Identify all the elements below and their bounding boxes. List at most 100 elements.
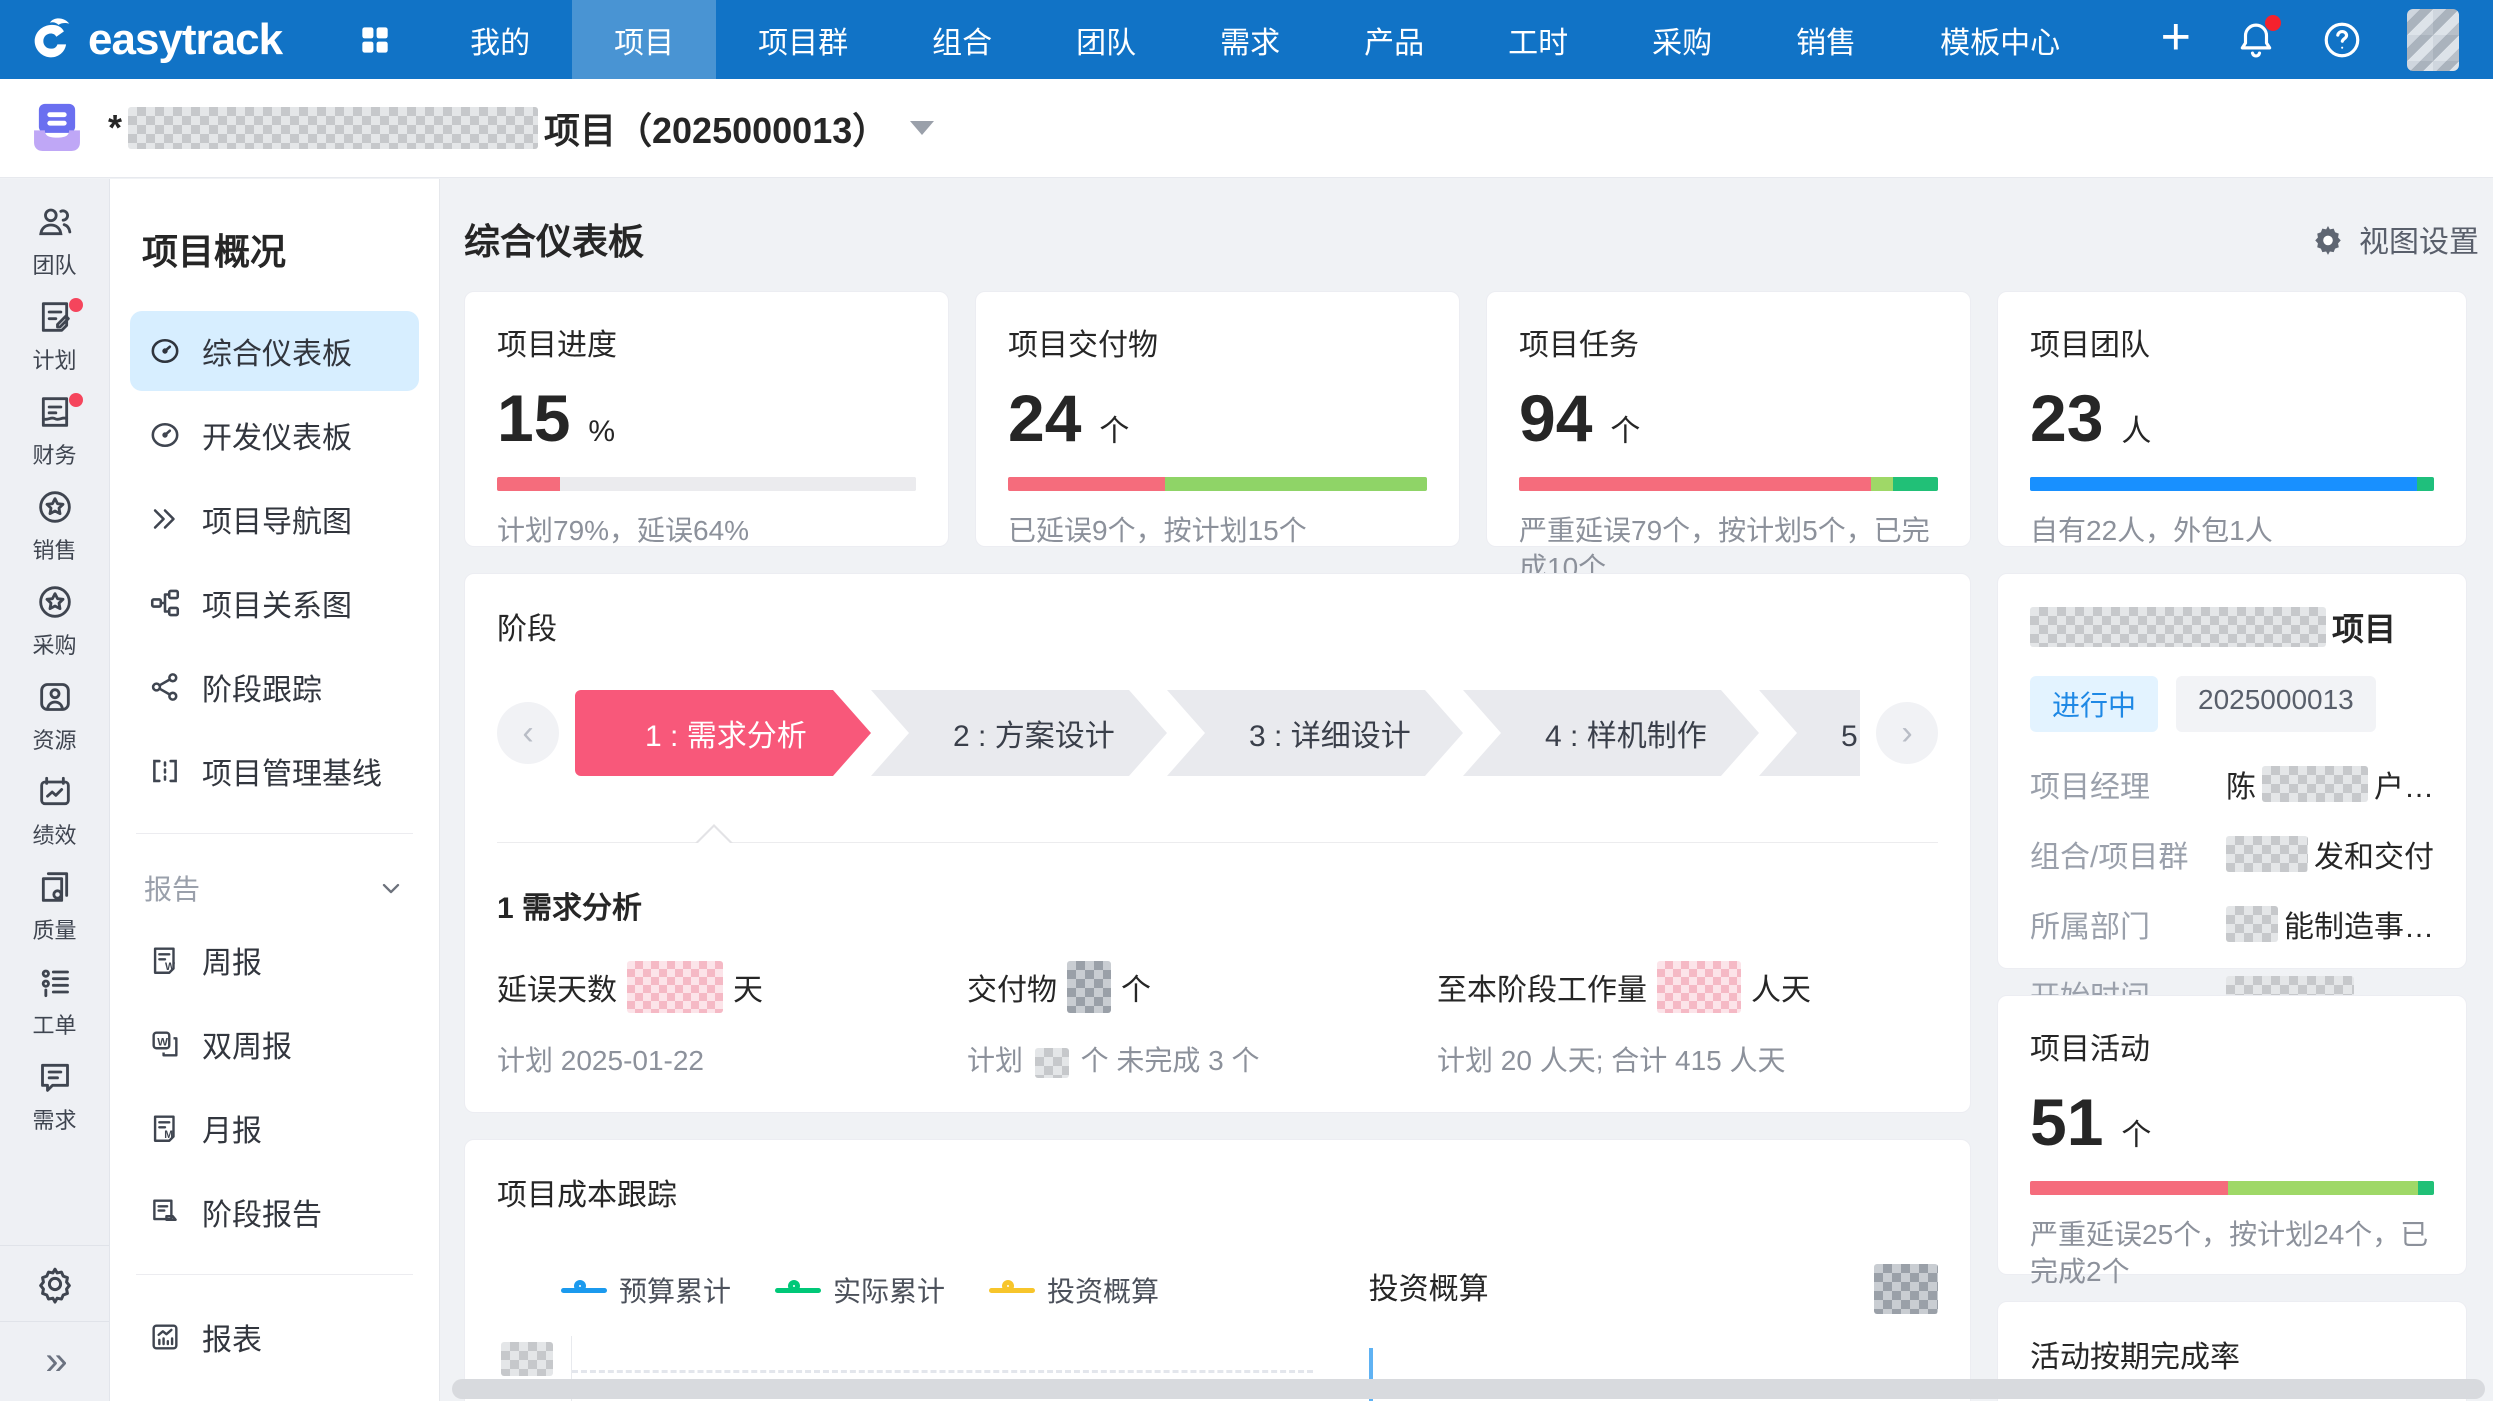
nav-item-project[interactable]: 项目	[572, 0, 716, 79]
nav-item-my[interactable]: 我的	[428, 0, 572, 79]
project-info-card: 项目 进行中 2025000013 项目经理 陈 户…	[1997, 573, 2467, 969]
rail-item-sales[interactable]: 销售	[0, 478, 109, 573]
stat-value: 15	[497, 384, 570, 453]
svg-text:W: W	[165, 961, 175, 973]
sidebar-item-navigation-map[interactable]: 项目导航图	[130, 479, 419, 559]
project-switch-caret-icon[interactable]	[910, 121, 934, 135]
sidebar-divider	[136, 833, 413, 834]
stage-3[interactable]: 3 : 详细设计	[1167, 690, 1463, 776]
sidebar-item-stage-tracking[interactable]: 阶段跟踪	[130, 647, 419, 727]
stage-card-title: 阶段	[497, 604, 1938, 648]
nav-item-sales[interactable]: 销售	[1754, 0, 1898, 79]
chevron-down-icon	[377, 874, 405, 902]
nav-item-requirement[interactable]: 需求	[1178, 0, 1322, 79]
sidebar-item-relation-map[interactable]: 项目关系图	[130, 563, 419, 643]
sidebar-item-biweekly-report[interactable]: W 双周报	[130, 1004, 419, 1084]
stage-1[interactable]: 1 : 需求分析	[575, 690, 871, 776]
sidebar-item-dashboard[interactable]: 综合仪表板	[130, 311, 419, 391]
progress-bar	[1008, 477, 1427, 491]
nav-item-product[interactable]: 产品	[1322, 0, 1466, 79]
stat-caption: 严重延误25个，按计划24个，已完成2个	[2030, 1217, 2434, 1290]
sidebar-item-weekly-report[interactable]: W 周报	[130, 920, 419, 1000]
investment-estimate-panel: 投资概算 总成本预算 3,700,000元	[1323, 1214, 1938, 1401]
stage-5[interactable]: 5 : 安装调	[1759, 690, 1860, 776]
project-title[interactable]: * 项目（2025000013）	[108, 102, 934, 154]
sidebar-section-reports[interactable]: 报告	[130, 856, 419, 920]
project-sidebar: 项目概况 综合仪表板 开发仪表板 项目导航图 项目关系图	[110, 179, 440, 1401]
create-new-button[interactable]: +	[2161, 11, 2191, 63]
sidebar-item-stage-report[interactable]: 阶段报告	[130, 1172, 419, 1252]
legend-investment-estimate[interactable]: 投资概算	[989, 1270, 1159, 1310]
biweekly-report-icon: W	[148, 1027, 182, 1061]
rail-item-resource[interactable]: 资源	[0, 668, 109, 763]
info-row-department: 所属部门 能制造事…	[2030, 902, 2434, 946]
progress-bar	[2030, 1181, 2434, 1195]
activity-card: 项目活动 51 个 严重延误25个，按计划24个，已完成2个	[1997, 995, 2467, 1275]
rail-item-team[interactable]: 团队	[0, 193, 109, 288]
stage-2[interactable]: 2 : 方案设计	[871, 690, 1167, 776]
stat-title: 项目进度	[497, 320, 916, 364]
sidebar-item-log[interactable]: 日志	[130, 1381, 419, 1401]
stage-next-button[interactable]: ›	[1876, 702, 1938, 764]
team-icon	[35, 202, 75, 242]
gauge-icon	[148, 334, 182, 368]
nav-item-procurement[interactable]: 采购	[1610, 0, 1754, 79]
page-title: 综合仪表板	[464, 213, 644, 265]
y-axis-label-redacted	[501, 1342, 553, 1376]
rail-item-requirement[interactable]: 需求	[0, 1048, 109, 1143]
stat-card-deliverables: 项目交付物 24 个 已延误9个，按计划15个	[975, 291, 1460, 547]
sidebar-title: 项目概况	[130, 223, 419, 275]
rail-item-finance[interactable]: 财务	[0, 383, 109, 478]
rail-item-quality[interactable]: 质量	[0, 858, 109, 953]
stage-arrows: 1 : 需求分析 2 : 方案设计 3 : 详细设计 4 : 样机制作 5 : …	[575, 690, 1860, 776]
apps-grid-icon[interactable]	[322, 0, 428, 79]
stage-effort-block: 至本阶段工作量 人天 计划 20 人天; 合计 415 人天	[1437, 961, 1938, 1079]
legend-actual-cumulative[interactable]: 实际累计	[775, 1270, 945, 1310]
nav-item-template-center[interactable]: 模板中心	[1898, 0, 2102, 79]
estimate-value-redacted	[1874, 1264, 1938, 1314]
cost-card-title: 项目成本跟踪	[497, 1170, 1938, 1214]
stage-prev-button[interactable]: ‹	[497, 702, 559, 764]
sidebar-item-monthly-report[interactable]: M 月报	[130, 1088, 419, 1168]
notifications-bell-icon[interactable]	[2235, 19, 2277, 61]
effort-redacted	[1657, 961, 1741, 1013]
gauge-icon	[148, 418, 182, 452]
rail-item-workorder[interactable]: 工单	[0, 953, 109, 1048]
nav-item-team[interactable]: 团队	[1034, 0, 1178, 79]
view-settings-button[interactable]: 视图设置	[2311, 217, 2479, 261]
quality-icon	[35, 867, 75, 907]
sidebar-item-dev-dashboard[interactable]: 开发仪表板	[130, 395, 419, 475]
main-content: 综合仪表板 视图设置 项目进度 15 %	[440, 179, 2493, 1401]
rail-settings-gear-icon[interactable]	[0, 1245, 109, 1321]
sidebar-item-reports-table[interactable]: 报表	[130, 1297, 419, 1377]
stat-caption: 自有22人，外包1人	[2030, 513, 2434, 549]
module-icon-rail: 团队 计划 财务 销售 采购	[0, 179, 110, 1401]
completion-title: 活动按期完成率	[2030, 1332, 2434, 1376]
rail-item-performance[interactable]: 绩效	[0, 763, 109, 858]
estimate-panel-title: 投资概算	[1369, 1264, 1489, 1308]
project-title-redacted	[128, 107, 538, 149]
chart-legend: 预算累计 实际累计	[561, 1270, 1323, 1310]
stage-4[interactable]: 4 : 样机制作	[1463, 690, 1759, 776]
nav-item-program[interactable]: 项目群	[716, 0, 890, 79]
sidebar-item-baseline[interactable]: 项目管理基线	[130, 731, 419, 811]
gear-icon	[2311, 222, 2345, 256]
nav-item-portfolio[interactable]: 组合	[890, 0, 1034, 79]
stat-title: 项目任务	[1519, 320, 1938, 364]
delay-days-redacted	[627, 961, 723, 1013]
double-chevron-icon	[148, 502, 182, 536]
procurement-star-icon	[35, 582, 75, 622]
nav-menu: 我的 项目 项目群 组合 团队 需求 产品 工时 采购 销售 模板中心	[428, 0, 2102, 79]
project-title-suffix: 项目（2025000013）	[544, 102, 888, 154]
rail-item-procurement[interactable]: 采购	[0, 573, 109, 668]
help-icon[interactable]	[2321, 19, 2363, 61]
legend-budget-cumulative[interactable]: 预算累计	[561, 1270, 731, 1310]
nav-item-timesheet[interactable]: 工时	[1466, 0, 1610, 79]
rail-item-plan[interactable]: 计划	[0, 288, 109, 383]
horizontal-scrollbar[interactable]	[452, 1379, 2485, 1399]
rail-expand-chevrons[interactable]: »	[0, 1321, 109, 1401]
stage-effort-plan: 计划 20 人天; 合计 415 人天	[1437, 1039, 1938, 1079]
requirement-icon	[35, 1057, 75, 1097]
brand[interactable]: easytrack	[0, 0, 322, 79]
user-avatar[interactable]	[2407, 9, 2459, 71]
